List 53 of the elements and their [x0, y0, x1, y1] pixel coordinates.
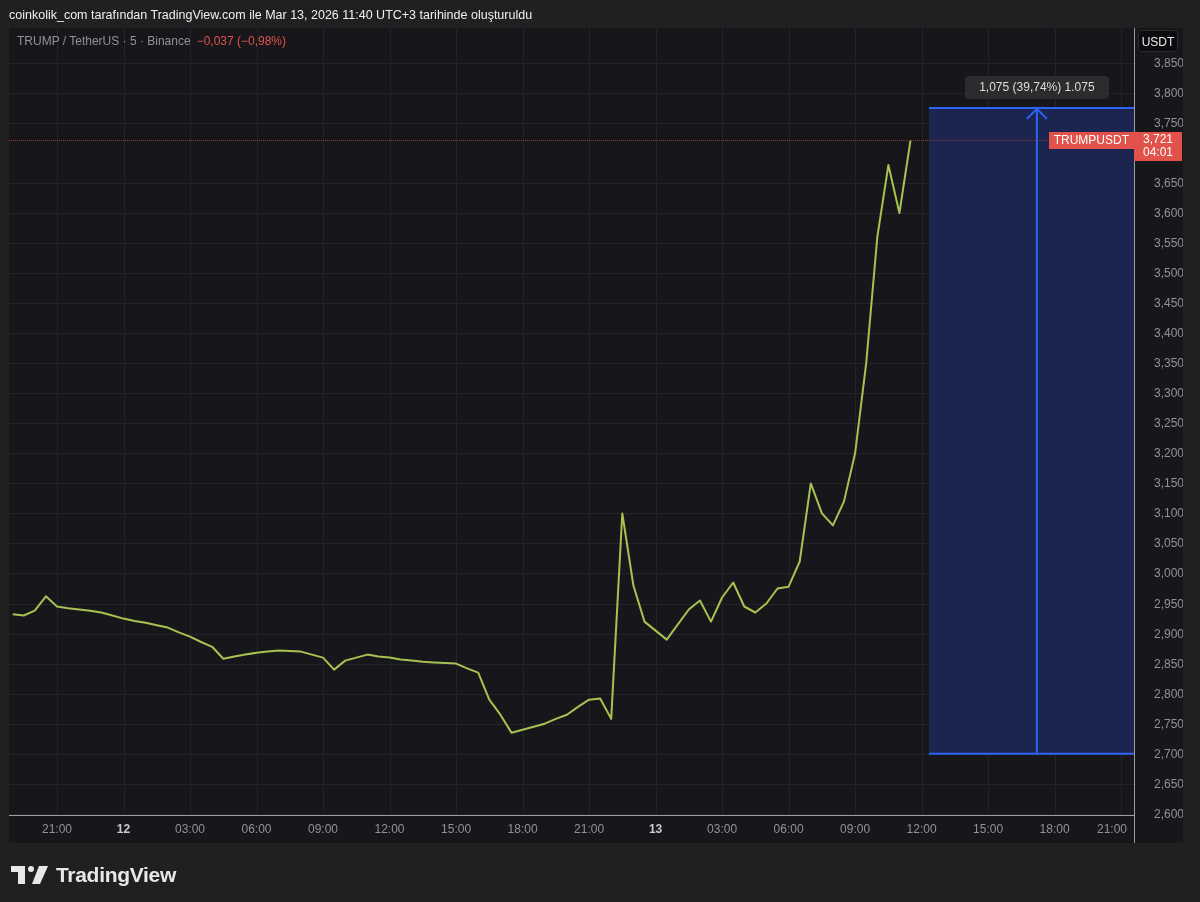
- price-axis-label: 2,750: [1154, 716, 1183, 731]
- price-axis-label: 3,500: [1154, 266, 1183, 281]
- time-axis-label: 15:00: [441, 822, 472, 836]
- price-axis-label: 3,300: [1154, 386, 1183, 401]
- price-axis-label: 2,800: [1154, 686, 1183, 701]
- bar-countdown: 04:01: [1142, 146, 1174, 160]
- time-axis-label: 06:00: [241, 822, 272, 836]
- time-axis-label: 03:00: [175, 822, 206, 836]
- time-axis-label: 12:00: [374, 822, 405, 836]
- symbol-tag: TRUMPUSDT: [1048, 132, 1134, 150]
- time-axis-label: 09:00: [308, 822, 339, 836]
- price-axis-label: 2,950: [1154, 596, 1183, 611]
- price-axis-label: 2,600: [1154, 806, 1183, 821]
- price-axis-label: 2,700: [1154, 746, 1183, 761]
- time-axis-label: 21:00: [42, 822, 72, 836]
- price-axis-label: 3,350: [1154, 356, 1183, 371]
- price-axis-label: 2,900: [1154, 626, 1183, 641]
- last-price-value: 3,721: [1142, 133, 1174, 147]
- price-axis-label: 3,050: [1154, 536, 1183, 551]
- time-axis-label: 15:00: [973, 822, 1004, 836]
- time-axis-label: 12:00: [906, 822, 937, 836]
- time-axis-label: 18:00: [507, 822, 538, 836]
- time-axis-label: 06:00: [773, 822, 804, 836]
- price-axis-label: 3,250: [1154, 416, 1183, 431]
- time-axis-label: 21:00: [574, 822, 605, 836]
- brand-name: TradingView: [56, 863, 176, 887]
- price-axis-label: 3,100: [1154, 506, 1183, 521]
- price-axis-label: 3,150: [1154, 476, 1183, 491]
- price-axis-label: 3,850: [1154, 55, 1183, 70]
- symbol-title: TRUMP / TetherUS · 5 · Binance: [17, 34, 191, 48]
- price-axis-label: 3,200: [1154, 446, 1183, 461]
- price-axis-label: 3,550: [1154, 236, 1183, 251]
- price-axis-label: 3,750: [1154, 115, 1183, 130]
- price-axis-label: 3,600: [1154, 206, 1183, 221]
- price-axis-label: 3,800: [1154, 85, 1183, 100]
- price-axis-label: 2,850: [1154, 656, 1183, 671]
- price-axis-label: 3,450: [1154, 296, 1183, 311]
- currency-button[interactable]: USDT: [1138, 30, 1178, 52]
- price-change: −0,037 (−0,98%): [196, 34, 287, 48]
- time-axis-label: 12: [116, 822, 131, 836]
- price-axis-label: 2,650: [1154, 776, 1183, 791]
- time-axis-label: 13: [648, 822, 663, 836]
- logo-icon: [11, 866, 48, 884]
- measure-tooltip: 1,075 (39,74%) 1.075: [964, 75, 1109, 99]
- price-axis-label: 3,400: [1154, 326, 1183, 341]
- measure-area[interactable]: [927, 106, 1135, 755]
- time-axis-label: 09:00: [840, 822, 871, 836]
- time-axis-label: 18:00: [1039, 822, 1070, 836]
- time-axis-label: 03:00: [707, 822, 738, 836]
- time-axis-label: 21:00: [1097, 822, 1127, 836]
- snapshot-caption: coinkolik_com tarafından TradingView.com ile Mar 13, 2026 11:40 UTC+3 tarihinde oluşturuldu: [8, 7, 534, 24]
- price-axis-label: 3,650: [1154, 176, 1183, 190]
- price-axis-label: 3,000: [1154, 566, 1183, 581]
